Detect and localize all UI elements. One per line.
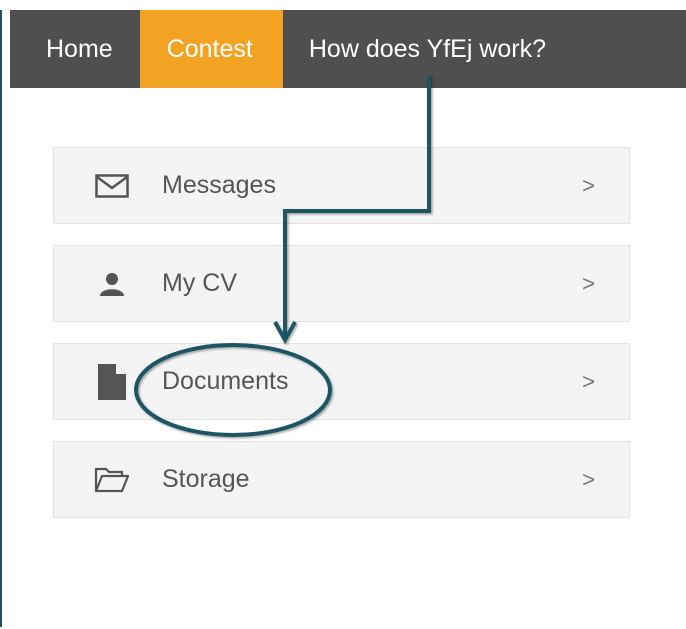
menu-item-my-cv[interactable]: My CV > [53,245,630,322]
chevron-right-icon: > [582,270,595,296]
folder-open-icon [92,462,132,498]
menu-item-documents[interactable]: Documents > [53,343,630,420]
nav-how-it-works[interactable]: How does YfEj work? [283,10,550,88]
menu-label-documents: Documents [162,367,289,395]
menu-item-messages[interactable]: Messages > [53,147,630,224]
top-navbar: Home Contest How does YfEj work? [10,10,686,88]
envelope-icon [92,168,132,204]
user-icon [92,266,132,302]
chevron-right-icon: > [582,368,595,394]
menu-item-storage[interactable]: Storage > [53,441,630,518]
nav-contest[interactable]: Contest [139,10,283,88]
chevron-right-icon: > [582,172,595,198]
nav-home[interactable]: Home [10,10,140,88]
menu-label-messages: Messages [162,171,276,199]
menu-label-my-cv: My CV [162,269,237,297]
chevron-right-icon: > [582,466,595,492]
menu-label-storage: Storage [162,465,250,493]
document-icon [92,363,132,400]
side-menu: Messages > My CV > Documents > Storage > [53,147,630,539]
